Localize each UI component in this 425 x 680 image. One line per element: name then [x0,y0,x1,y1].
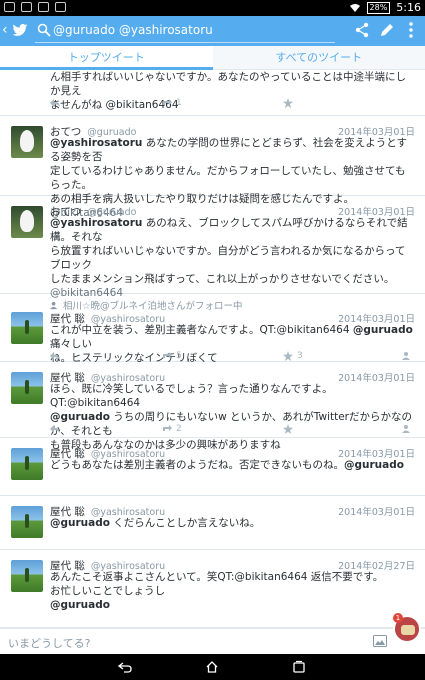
compose-input[interactable]: いまどうしてる? [8,635,91,651]
overflow-menu-icon[interactable] [403,21,419,39]
battery-indicator: 28% [366,1,391,14]
mention-link[interactable]: @yashirosatoru [50,137,142,149]
avatar[interactable] [11,506,43,538]
mention-link[interactable]: @yashirosatoru [50,217,142,229]
action-bar: ‹ @guruado @yashirosatoru [0,16,425,46]
avatar[interactable] [11,206,43,238]
tweet-item[interactable]: おてつ @guruado 2014年03月01日 @yashirosatoru あ… [0,196,425,299]
favorite-button[interactable] [283,424,293,434]
avatar[interactable] [11,312,43,344]
favorite-count: 3 [297,351,303,361]
retweet-count: 1 [176,98,182,108]
mention-link[interactable]: @guruado [50,411,110,423]
navigation-bar [0,654,425,680]
mail-notification-icon [21,2,32,12]
back-icon[interactable]: ‹ [2,22,8,38]
retweet-icon [163,425,172,431]
retweet-button[interactable]: 5 [162,351,182,361]
follow-button[interactable] [402,351,412,361]
search-underline [35,42,335,43]
retweet-icon [163,352,172,358]
reply-icon [50,425,60,433]
compose-bar: いまどうしてる? 1 [0,613,425,654]
reply-button[interactable] [50,351,60,361]
store-notification-icon [38,2,49,12]
mention-link[interactable]: @guruado [344,459,404,471]
tweet-item[interactable]: 屋代 聡 @yashirosatoru 2014年02月27日 あんたこそ返事よこ… [0,550,425,628]
reply-button[interactable] [50,424,60,434]
tweet-item[interactable]: 屋代 聡 @yashirosatoru 2014年03月01日 @guruado … [0,496,425,550]
follow-icon [50,301,58,309]
photo-icon[interactable] [373,635,387,647]
tweet-text: @guruado くだらんことしか言えないね。 [50,517,261,529]
social-context: 相川☆晩@ブルネイ泊地さんがフォロー中 [50,298,243,312]
avatar[interactable] [11,560,43,592]
download-notification-icon [55,2,66,12]
avatar[interactable] [11,126,43,158]
status-bar: 28% 5:16 [0,0,425,16]
mention-link[interactable]: @guruado [353,324,413,336]
tab-top-tweets[interactable]: トップツイート [0,46,213,70]
tweet-actions: 2 [50,424,415,436]
back-nav-icon[interactable] [118,660,132,674]
search-icon[interactable] [37,23,51,37]
tweet-item[interactable]: 屋代 聡 @yashirosatoru 2014年03月01日 どうもあなたは差別… [0,438,425,496]
follow-icon [402,352,410,360]
compose-icon[interactable] [379,22,395,38]
retweet-button[interactable]: 2 [162,424,182,434]
tweet-text: @yashirosatoru あのねえ、ブロックしてスパム呼びかけるならそれで結… [50,217,408,299]
home-nav-icon[interactable] [205,660,219,674]
favorite-button[interactable]: 3 [283,351,303,361]
mention-link[interactable]: @guruado [50,599,110,611]
reply-icon [50,99,60,107]
star-icon [283,424,293,434]
follow-icon [402,425,410,433]
favorite-button[interactable] [283,98,293,108]
tweet-item[interactable]: ん相手すればいいじゃないですか。あなたのやっていることは中途半端にしか見え ませ… [0,70,425,116]
tab-bar: トップツイート すべてのツイート [0,46,425,70]
gallery-notification-icon [4,2,15,12]
mention-link[interactable]: @guruado [50,517,110,529]
retweet-icon [163,99,172,105]
social-context-text: 相川☆晩@ブルネイ泊地さんがフォロー中 [63,301,243,312]
avatar[interactable] [11,372,43,404]
retweet-button[interactable]: 1 [162,98,182,108]
tweet-actions: 1 [50,98,415,110]
retweet-count: 5 [176,351,182,361]
star-icon [283,98,293,108]
tweet-item[interactable]: おてつ @guruado 2014年03月01日 @yashirosatoru あ… [0,116,425,219]
reply-icon [50,352,60,360]
tweet-item[interactable]: 相川☆晩@ブルネイ泊地さんがフォロー中 屋代 聡 @yashirosatoru 2… [0,294,425,364]
follow-button[interactable] [402,424,412,434]
tab-all-tweets[interactable]: すべてのツイート [212,46,425,69]
system-icons: 28% 5:16 [349,1,421,14]
share-icon[interactable] [354,22,370,38]
twitter-bird-icon[interactable] [12,22,28,38]
recent-apps-icon[interactable] [292,660,306,674]
tweet-text: あんたこそ返事よこさんといて。笑QT:@bikitan6464 返信不要です。 … [50,571,384,611]
star-icon [283,351,293,361]
avatar[interactable] [11,448,43,480]
tweet-text: どうもあなたは差別主義者のようだね。否定できないものね。@guruado [50,459,404,471]
reply-button[interactable] [50,98,60,108]
notification-icons [4,2,66,12]
wifi-icon [349,3,360,12]
retweet-count: 2 [176,424,182,434]
clock: 5:16 [396,1,421,14]
tweet-timeline[interactable]: ん相手すればいいじゃないですか。あなたのやっていることは中途半端にしか見え ませ… [0,70,425,628]
search-query-field[interactable]: @guruado @yashirosatoru [53,23,213,37]
notification-badge: 1 [393,613,403,623]
tweet-item[interactable]: 屋代 聡 @yashirosatoru 2014年03月01日 ほら、既に冷笑して… [0,362,425,451]
